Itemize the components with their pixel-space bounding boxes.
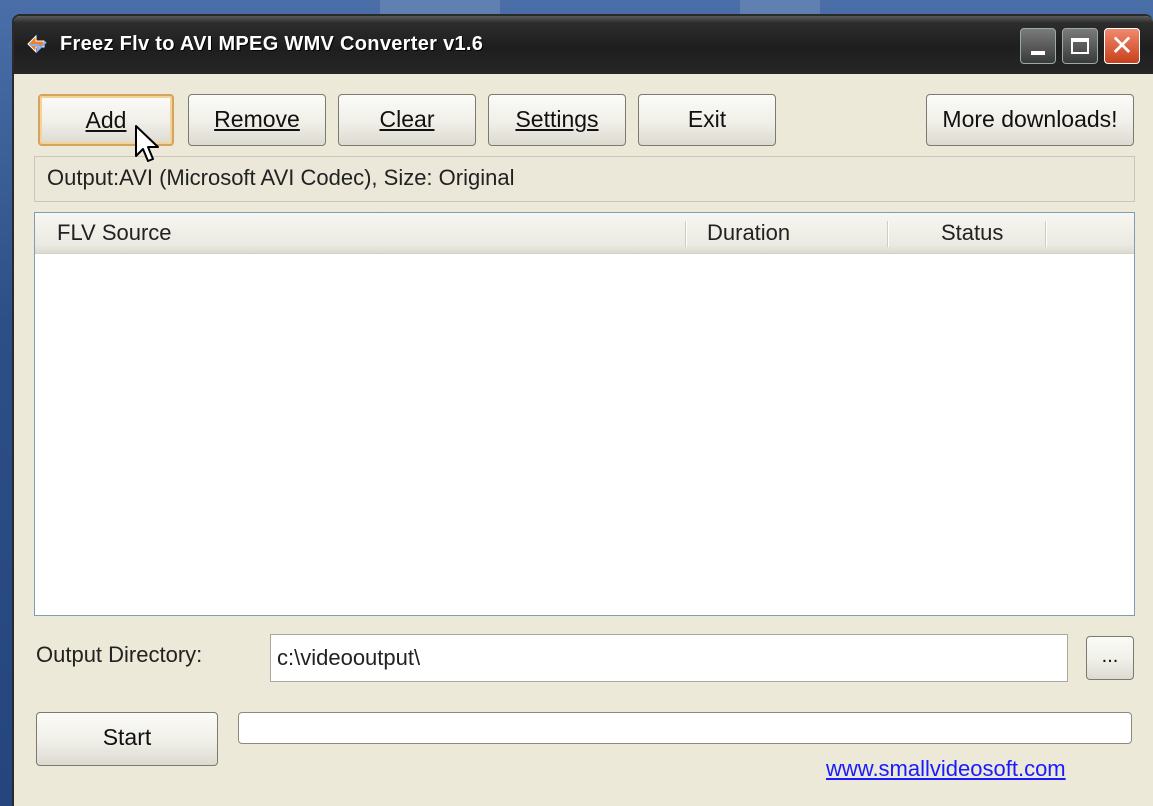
- remove-button-label: Remove: [214, 106, 300, 132]
- column-divider[interactable]: [1045, 221, 1047, 247]
- add-button-label: Add: [85, 107, 127, 133]
- column-divider[interactable]: [685, 221, 687, 247]
- clear-button[interactable]: Clear: [338, 94, 476, 146]
- settings-button[interactable]: Settings: [488, 94, 626, 146]
- minimize-icon: [1031, 51, 1045, 55]
- website-link[interactable]: www.smallvideosoft.com: [826, 756, 1066, 782]
- browse-directory-button[interactable]: ...: [1086, 636, 1134, 680]
- file-list-header: FLV Source Duration Status: [35, 213, 1134, 254]
- column-header-flv-source[interactable]: FLV Source: [57, 213, 172, 253]
- conversion-progress-bar: [238, 712, 1132, 744]
- maximize-button[interactable]: [1062, 28, 1098, 64]
- window-title: Freez Flv to AVI MPEG WMV Converter v1.6: [60, 33, 484, 55]
- app-window: Freez Flv to AVI MPEG WMV Converter v1.6…: [12, 14, 1153, 806]
- output-info-bar: Output:AVI (Microsoft AVI Codec), Size: …: [34, 156, 1135, 202]
- maximize-icon: [1071, 38, 1089, 54]
- clear-button-label: Clear: [379, 106, 435, 132]
- app-icon: [27, 34, 47, 54]
- settings-button-label: Settings: [515, 106, 599, 132]
- desktop-background-shape: [380, 0, 500, 14]
- start-button-label: Start: [102, 724, 152, 750]
- more-downloads-button[interactable]: More downloads!: [926, 94, 1134, 146]
- remove-button[interactable]: Remove: [188, 94, 326, 146]
- column-divider[interactable]: [887, 221, 889, 247]
- more-downloads-label: More downloads!: [942, 106, 1118, 132]
- mouse-cursor-icon: [135, 125, 159, 162]
- file-list-body[interactable]: [35, 254, 1134, 614]
- exit-button-label: Exit: [687, 106, 727, 132]
- output-directory-label: Output Directory:: [36, 642, 203, 667]
- output-directory-input[interactable]: [270, 634, 1068, 682]
- file-list[interactable]: FLV Source Duration Status: [34, 212, 1135, 616]
- browse-button-label: ...: [1101, 645, 1119, 667]
- close-button[interactable]: ✕: [1104, 28, 1140, 64]
- close-icon: ✕: [1110, 29, 1134, 62]
- start-button[interactable]: Start: [36, 712, 218, 766]
- column-header-status[interactable]: Status: [941, 213, 1003, 253]
- minimize-button[interactable]: [1020, 28, 1056, 64]
- desktop-background-shape: [740, 0, 820, 14]
- title-bar[interactable]: Freez Flv to AVI MPEG WMV Converter v1.6…: [14, 16, 1153, 74]
- output-info-text: Output:AVI (Microsoft AVI Codec), Size: …: [47, 165, 515, 190]
- column-header-duration[interactable]: Duration: [707, 213, 790, 253]
- exit-button[interactable]: Exit: [638, 94, 776, 146]
